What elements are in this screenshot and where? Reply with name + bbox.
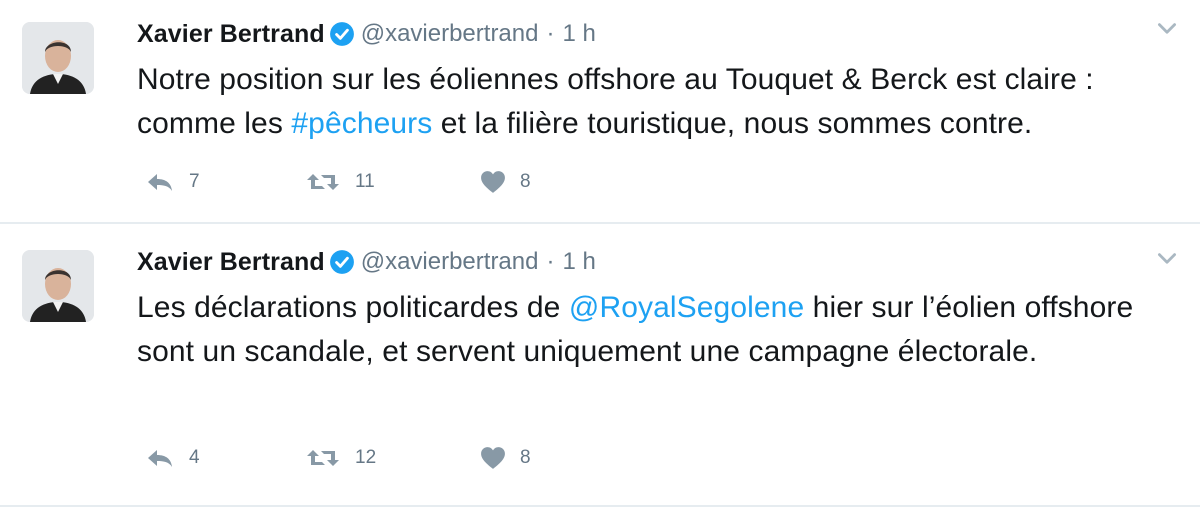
timestamp[interactable]: 1 h bbox=[562, 248, 595, 276]
reply-icon bbox=[145, 446, 175, 470]
heart-icon bbox=[480, 170, 506, 194]
like-count: 8 bbox=[520, 171, 531, 192]
like-button[interactable]: 8 bbox=[480, 446, 531, 470]
retweet-icon bbox=[305, 446, 341, 470]
separator: · bbox=[546, 20, 555, 47]
heart-icon bbox=[480, 446, 506, 470]
mention-link[interactable]: @RoyalSegolene bbox=[569, 291, 804, 324]
retweet-icon bbox=[305, 170, 341, 194]
separator: · bbox=[546, 248, 555, 275]
author-handle[interactable]: @xavierbertrand bbox=[361, 248, 539, 276]
hashtag-link[interactable]: #pêcheurs bbox=[291, 107, 432, 140]
tweet-text: Les déclarations politicardes de @RoyalS… bbox=[137, 286, 1160, 374]
retweet-count: 12 bbox=[355, 447, 377, 468]
tweet[interactable]: Xavier Bertrand @xavierbertrand · 1 h No… bbox=[0, 0, 1200, 224]
reply-button[interactable]: 4 bbox=[145, 446, 305, 470]
avatar[interactable] bbox=[22, 250, 94, 322]
reply-button[interactable]: 7 bbox=[145, 170, 305, 194]
chevron-down-icon[interactable] bbox=[1154, 16, 1180, 42]
tweet-text-part: Les déclarations politicardes de bbox=[137, 291, 569, 324]
tweet-text: Notre position sur les éoliennes offshor… bbox=[137, 58, 1160, 146]
reply-count: 4 bbox=[189, 447, 200, 468]
author-name[interactable]: Xavier Bertrand bbox=[137, 20, 325, 49]
timestamp[interactable]: 1 h bbox=[562, 20, 595, 48]
reply-count: 7 bbox=[189, 171, 200, 192]
tweet[interactable]: Xavier Bertrand @xavierbertrand · 1 h Le… bbox=[0, 224, 1200, 507]
verified-badge-icon bbox=[329, 21, 355, 47]
retweet-button[interactable]: 12 bbox=[305, 446, 480, 470]
like-count: 8 bbox=[520, 447, 531, 468]
like-button[interactable]: 8 bbox=[480, 170, 531, 194]
verified-badge-icon bbox=[329, 249, 355, 275]
chevron-down-icon[interactable] bbox=[1154, 246, 1180, 272]
tweet-text-part: et la filière touristique, nous sommes c… bbox=[432, 107, 1033, 140]
author-handle[interactable]: @xavierbertrand bbox=[361, 20, 539, 48]
retweet-button[interactable]: 11 bbox=[305, 170, 480, 194]
avatar[interactable] bbox=[22, 22, 94, 94]
retweet-count: 11 bbox=[355, 171, 375, 192]
reply-icon bbox=[145, 170, 175, 194]
author-name[interactable]: Xavier Bertrand bbox=[137, 248, 325, 277]
